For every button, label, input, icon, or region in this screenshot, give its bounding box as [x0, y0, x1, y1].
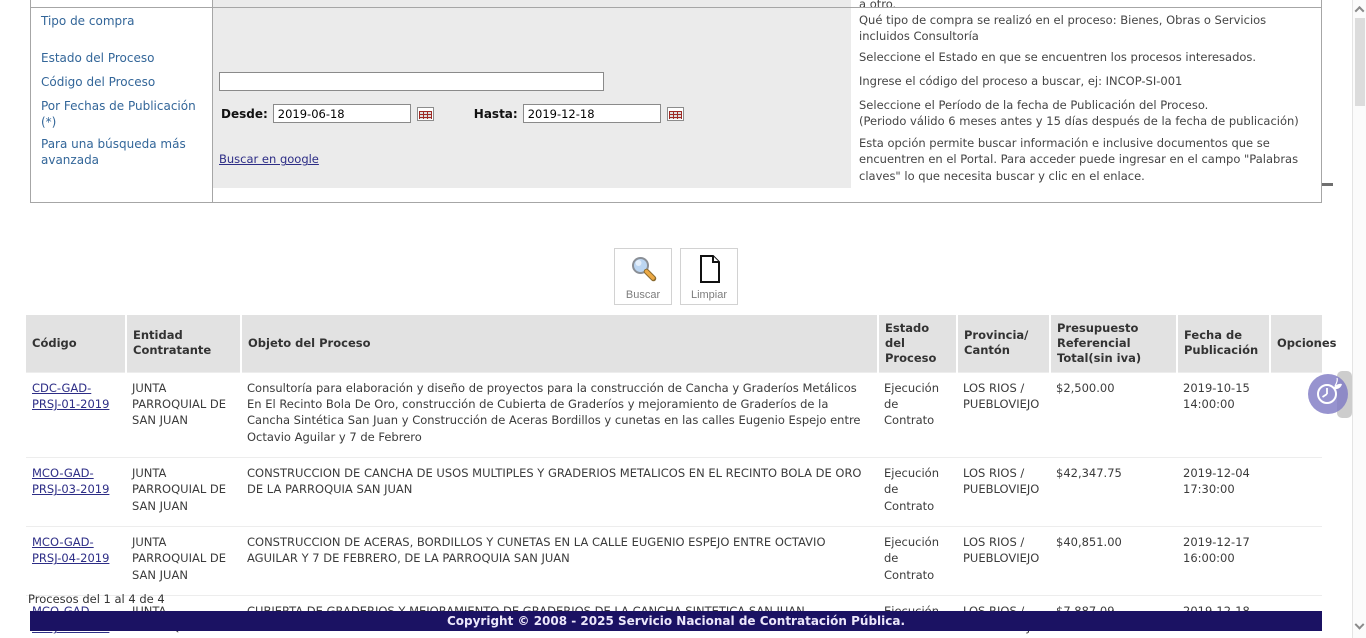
header-entidad: Entidad Contratante [126, 315, 241, 372]
cell-estado: Ejecución de Contrato [878, 527, 957, 596]
header-fecha: Fecha de Publicación [1177, 315, 1270, 372]
field-help-fechas-line2: (Periodo válido 6 meses antes y 15 días … [859, 113, 1311, 129]
header-codigo: Código [26, 315, 126, 372]
cell-presupuesto: $42,347.75 [1050, 458, 1177, 527]
footer-bar: Copyright © 2008 - 2025 Servicio Naciona… [30, 611, 1322, 631]
limpiar-button[interactable]: Limpiar [680, 248, 738, 305]
results-table: Código Entidad Contratante Objeto del Pr… [26, 315, 1322, 638]
page: a otro. Tipo de compra Qué tipo de compr… [0, 0, 1352, 638]
header-presupuesto: Presupuesto Referencial Total(sin iva) [1050, 315, 1177, 372]
buscar-button[interactable]: Buscar [614, 248, 672, 305]
empty-label-cell [31, 188, 213, 202]
hasta-label: Hasta: [474, 107, 518, 121]
hasta-date-input[interactable] [523, 104, 661, 123]
table-row: MCO-GAD-PRSJ-04-2019 JUNTA PARROQUIAL DE… [26, 527, 1322, 596]
field-label-busqueda: Para una búsqueda más avanzada [31, 131, 213, 188]
header-provincia: Provincia/ Cantón [957, 315, 1050, 372]
field-input-area-busqueda: Buscar en google [213, 131, 851, 188]
cell-provincia: LOS RIOS / PUEBLOVIEJO [957, 527, 1050, 596]
cell-entidad: JUNTA PARROQUIAL DE SAN JUAN [126, 458, 241, 527]
cell-entidad: JUNTA PARROQUIAL DE SAN JUAN [126, 527, 241, 596]
header-opciones: Opciones [1270, 315, 1322, 372]
cell-provincia: LOS RIOS / PUEBLOVIEJO [957, 458, 1050, 527]
results-summary: Procesos del 1 al 4 de 4 [28, 592, 165, 606]
empty-help-cell [851, 188, 1321, 202]
cell-estado: Ejecución de Contrato [878, 372, 957, 457]
results-body: CDC-GAD-PRSJ-01-2019 JUNTA PARROQUIAL DE… [26, 372, 1322, 638]
cell-objeto: Consultoría para elaboración y diseño de… [241, 372, 878, 457]
clipped-mid-cell [213, 0, 851, 8]
clipped-help-text: a otro. [859, 0, 1311, 8]
actions-bar: Buscar Limpiar [0, 248, 1352, 305]
clipped-label-cell [31, 0, 213, 8]
field-help-estado: Seleccione el Estado en que se encuentre… [851, 45, 1321, 70]
cell-entidad: JUNTA PARROQUIAL DE SAN JUAN [126, 372, 241, 457]
table-row: MCO-GAD-PRSJ-03-2019 JUNTA PARROQUIAL DE… [26, 458, 1322, 527]
cell-fecha: 2019-12-04 17:30:00 [1177, 458, 1270, 527]
field-help-tipo: Qué tipo de compra se realizó en el proc… [851, 8, 1321, 49]
field-help-fechas-line1: Seleccione el Período de la fecha de Pub… [859, 97, 1311, 113]
clipped-help-cell: a otro. [851, 0, 1321, 8]
field-input-area-tipo [213, 8, 851, 49]
cell-fecha: 2019-12-17 16:00:00 [1177, 527, 1270, 596]
limpiar-button-label: Limpiar [691, 289, 727, 301]
cell-estado: Ejecución de Contrato [878, 458, 957, 527]
scroll-down-arrow[interactable] [1356, 624, 1364, 632]
cell-presupuesto: $2,500.00 [1050, 372, 1177, 457]
accessibility-clock-button[interactable] [1308, 374, 1348, 414]
field-help-codigo: Ingrese el código del proceso a buscar, … [851, 69, 1321, 94]
scroll-end-dash [1322, 183, 1333, 186]
cell-opciones [1270, 527, 1322, 596]
calendar-icon[interactable] [667, 107, 684, 121]
empty-mid-cell [213, 188, 851, 202]
field-input-area-fechas: Desde: Hasta: [213, 93, 851, 134]
clock-icon [1312, 377, 1344, 412]
copyright-text: Copyright © 2008 - 2025 Servicio Naciona… [447, 614, 905, 628]
field-label-codigo: Código del Proceso [31, 69, 213, 94]
cell-presupuesto: $40,851.00 [1050, 527, 1177, 596]
blank-page-icon [694, 254, 724, 287]
scroll-up-arrow[interactable] [1356, 6, 1364, 14]
field-label-fechas: Por Fechas de Publicación (*) [31, 93, 213, 134]
form-row-busqueda-avanzada: Para una búsqueda más avanzada Buscar en… [31, 131, 1321, 188]
field-label-estado: Estado del Proceso [31, 45, 213, 70]
form-row-fechas-publicacion: Por Fechas de Publicación (*) Desde: Has… [31, 93, 1321, 131]
cell-fecha: 2019-10-15 14:00:00 [1177, 372, 1270, 457]
form-row-clipped: a otro. [31, 0, 1321, 8]
cell-objeto: CONSTRUCCION DE ACERAS, BORDILLOS Y CUNE… [241, 527, 878, 596]
field-help-busqueda: Esta opción permite buscar información e… [851, 131, 1321, 188]
buscar-en-google-link[interactable]: Buscar en google [219, 152, 319, 166]
cell-provincia: LOS RIOS / PUEBLOVIEJO [957, 372, 1050, 457]
scrollbar-thumb[interactable] [1355, 18, 1365, 106]
form-row-estado-proceso: Estado del Proceso Seleccione el Estado … [31, 45, 1321, 69]
cell-opciones [1270, 458, 1322, 527]
field-input-area-codigo [213, 69, 851, 94]
table-row: CDC-GAD-PRSJ-01-2019 JUNTA PARROQUIAL DE… [26, 372, 1322, 457]
cell-objeto: CONSTRUCCION DE CANCHA DE USOS MULTIPLES… [241, 458, 878, 527]
field-help-fechas: Seleccione el Período de la fecha de Pub… [851, 93, 1321, 134]
table-header-row: Código Entidad Contratante Objeto del Pr… [26, 315, 1322, 372]
calendar-icon[interactable] [417, 107, 434, 121]
process-code-link[interactable]: MCO-GAD-PRSJ-03-2019 [32, 466, 109, 496]
header-objeto: Objeto del Proceso [241, 315, 878, 372]
search-form: a otro. Tipo de compra Qué tipo de compr… [30, 0, 1322, 203]
magnifier-icon [628, 254, 658, 287]
field-label-tipo: Tipo de compra [31, 8, 213, 49]
form-row-codigo-proceso: Código del Proceso Ingrese el código del… [31, 69, 1321, 93]
codigo-proceso-input[interactable] [219, 72, 604, 91]
form-row-empty [31, 188, 1321, 202]
desde-date-input[interactable] [273, 104, 411, 123]
desde-label: Desde: [221, 107, 268, 121]
vertical-scrollbar[interactable] [1352, 0, 1366, 638]
field-input-area-estado [213, 45, 851, 70]
process-code-link[interactable]: MCO-GAD-PRSJ-04-2019 [32, 535, 109, 565]
buscar-button-label: Buscar [626, 289, 660, 301]
process-code-link[interactable]: CDC-GAD-PRSJ-01-2019 [32, 381, 109, 411]
form-row-tipo-de-compra: Tipo de compra Qué tipo de compra se rea… [31, 8, 1321, 45]
header-estado: Estado del Proceso [878, 315, 957, 372]
